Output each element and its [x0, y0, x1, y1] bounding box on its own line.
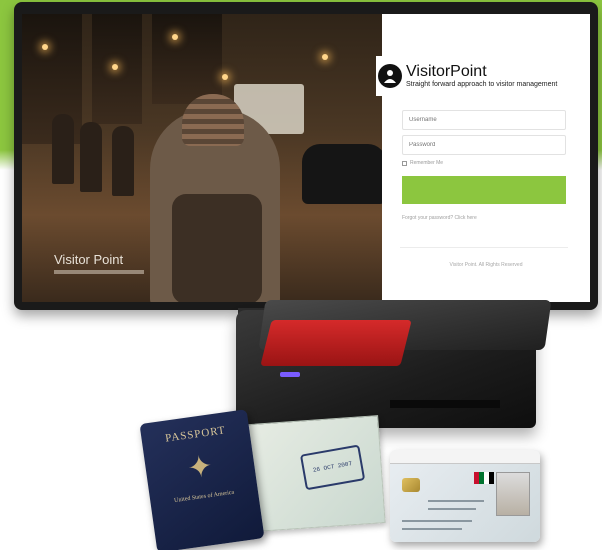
username-input[interactable]	[402, 110, 566, 130]
divider	[400, 247, 568, 248]
footer-copyright: Visitor Point. All Rights Reserved	[449, 262, 523, 268]
photo-light	[222, 74, 228, 80]
remember-me[interactable]: Remember Me	[402, 160, 443, 166]
app-screen: Visitor Point VisitorPoint Straight forw…	[22, 14, 590, 302]
id-card-header	[390, 450, 540, 464]
id-card-text-line	[402, 520, 472, 522]
monitor: Visitor Point VisitorPoint Straight forw…	[14, 2, 598, 310]
photo-light	[42, 44, 48, 50]
scanner-status-light	[280, 372, 300, 377]
passport: PASSPORT ✦ United States of America	[139, 409, 265, 550]
visitor-badge-icon	[378, 64, 402, 88]
id-card-text-line	[428, 508, 476, 510]
login-panel: VisitorPoint Straight forward approach t…	[376, 14, 590, 302]
signin-button[interactable]	[402, 176, 566, 204]
visa-stamp: 26 OCT 2007	[299, 444, 366, 491]
chip-icon	[402, 478, 420, 492]
password-input[interactable]	[402, 135, 566, 155]
id-card-text-line	[428, 500, 484, 502]
photo-crowd-person	[112, 126, 134, 196]
eagle-icon: ✦	[185, 449, 215, 486]
photo-light	[322, 54, 328, 60]
remember-checkbox[interactable]	[402, 160, 407, 166]
photo-crowd-person	[80, 122, 102, 192]
passport-title: PASSPORT	[164, 424, 227, 445]
id-card-text-line	[402, 528, 462, 530]
photo-backpack	[172, 194, 262, 302]
forgot-password-link[interactable]: Forgot your password? Click here	[402, 215, 477, 221]
scanner-document-tray	[260, 320, 412, 366]
hero-photo: Visitor Point	[22, 14, 382, 302]
photo-light	[112, 64, 118, 70]
photo-light	[172, 34, 178, 40]
photo-crowd-person	[52, 114, 74, 184]
photo-hat	[182, 94, 244, 146]
id-card-photo	[496, 472, 530, 516]
photo-building	[152, 14, 222, 104]
flag-icon	[474, 472, 494, 484]
brand-tagline: Straight forward approach to visitor man…	[406, 81, 558, 88]
hero-subtitle-placeholder	[54, 270, 144, 274]
remember-label: Remember Me	[410, 160, 444, 166]
id-card	[390, 450, 540, 542]
brand-name: VisitorPoint	[406, 63, 487, 80]
scanner-card-slot	[390, 400, 500, 408]
brand: VisitorPoint Straight forward approach t…	[376, 56, 586, 96]
photo-car	[302, 144, 382, 204]
hero-title: Visitor Point	[54, 252, 124, 267]
